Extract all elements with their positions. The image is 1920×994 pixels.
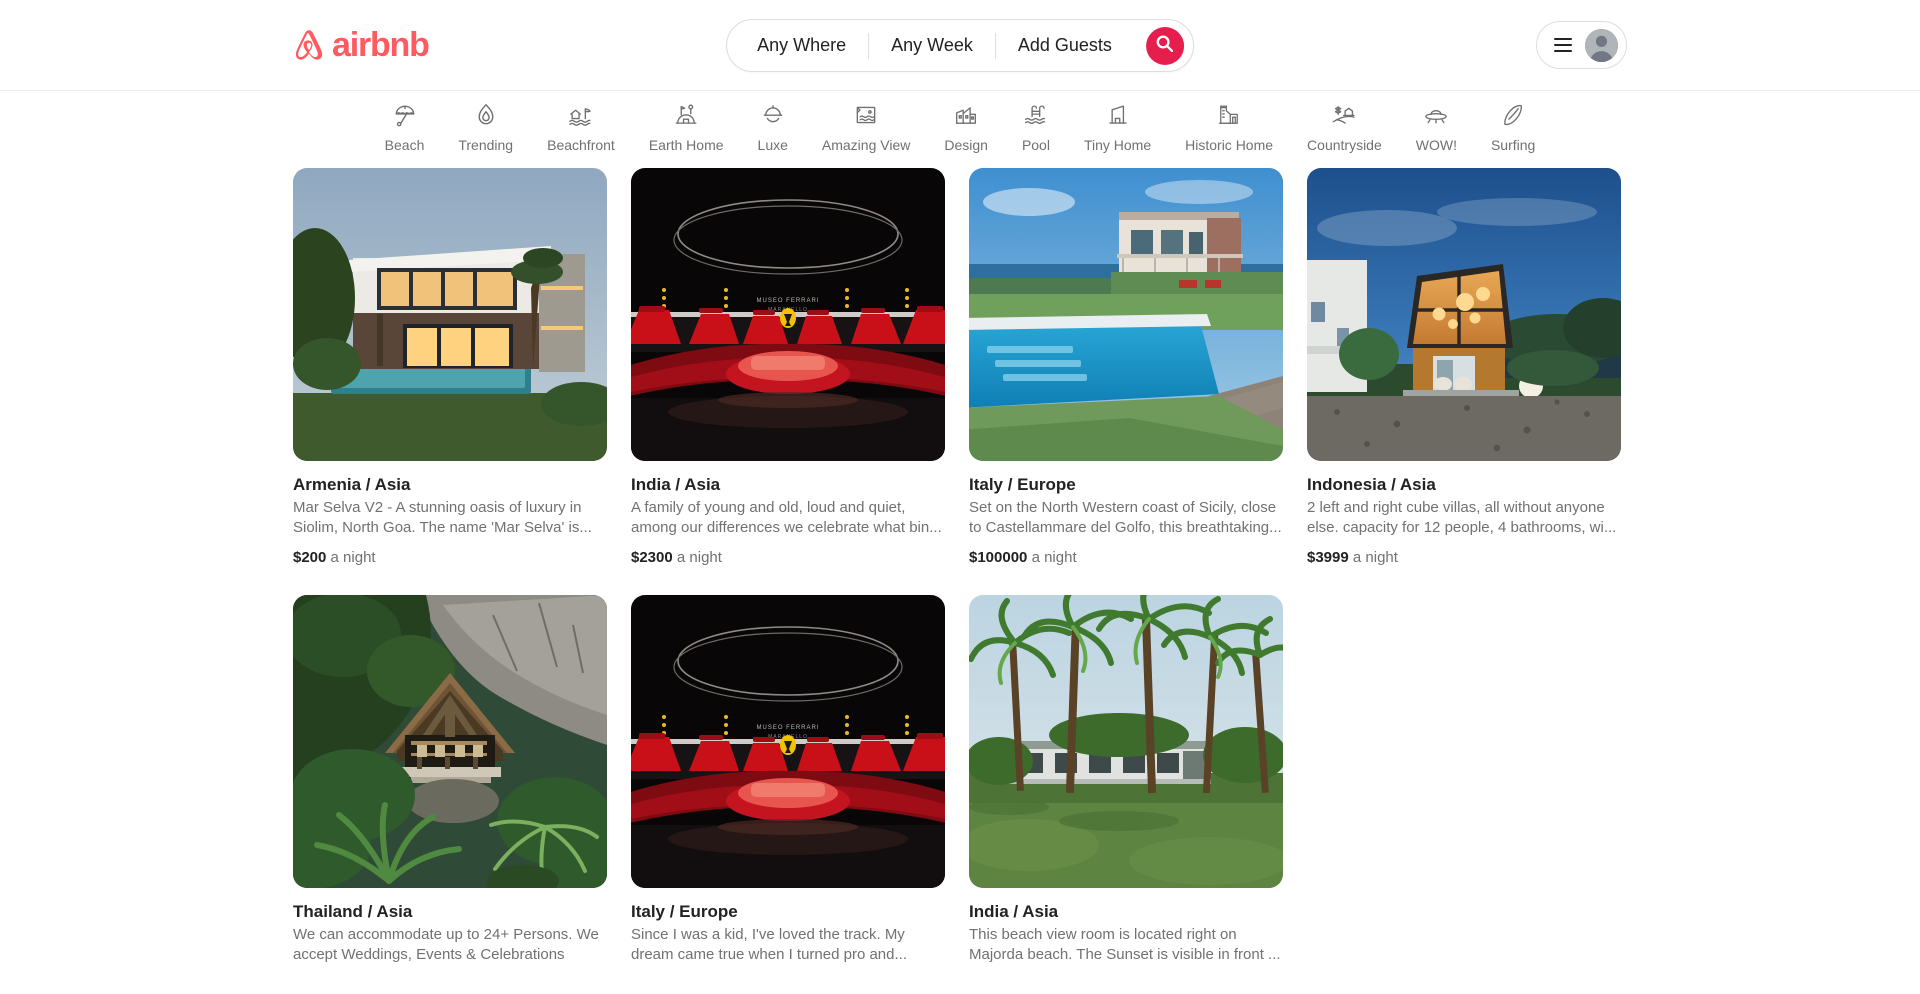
listing-image-modern-villa-dusk-pool[interactable]: [293, 168, 607, 461]
category-label: Earth Home: [648, 136, 724, 153]
listing-title: India / Asia: [969, 901, 1059, 921]
category-label: Amazing View: [821, 136, 911, 153]
listing-image-angular-cube-villa-night[interactable]: [1307, 168, 1621, 461]
earth-home-icon: [673, 102, 699, 128]
category-tiny-home[interactable]: Tiny Home: [1067, 98, 1168, 163]
listing-description: Set on the North Western coast of Sicily…: [969, 499, 1282, 537]
airbnb-bélo-icon: [293, 28, 325, 62]
listing-title: Indonesia / Asia: [1307, 475, 1436, 494]
category-historic-home[interactable]: Historic Home: [1168, 98, 1290, 163]
listing-title: India / Asia: [631, 475, 721, 494]
listing-price: $100000 a night: [969, 549, 1283, 566]
svg-text:MUSEO FERRARI: MUSEO FERRARI: [756, 725, 819, 731]
listing-price: $2300 a night: [631, 549, 945, 566]
category-label: Historic Home: [1185, 136, 1274, 153]
site-header: airbnb Any Where Any Week Add Guests: [0, 0, 1920, 91]
surfboard-icon: [1500, 102, 1526, 128]
tiny-home-icon: [1105, 102, 1131, 128]
airbnb-wordmark: airbnb: [332, 26, 430, 64]
category-beach[interactable]: Beach: [368, 98, 442, 163]
airbnb-logo[interactable]: airbnb: [293, 26, 430, 64]
ufo-icon: [1423, 102, 1449, 128]
listing-card[interactable]: Indonesia / Asia 2 left and right cube v…: [1307, 168, 1621, 566]
design-icon: [953, 102, 979, 128]
category-label: Beach: [384, 136, 425, 153]
category-luxe[interactable]: Luxe: [741, 98, 805, 163]
search-bar[interactable]: Any Where Any Week Add Guests: [726, 19, 1194, 72]
listing-card[interactable]: India / Asia This beach view room is loc…: [969, 594, 1283, 976]
listing-price-amount: $2300: [631, 548, 673, 566]
category-wow[interactable]: WOW!: [1399, 98, 1474, 163]
category-label: Design: [944, 136, 988, 153]
listing-price-suffix: a night: [1352, 548, 1398, 566]
category-label: WOW!: [1415, 136, 1457, 153]
category-beachfront[interactable]: Beachfront: [530, 98, 632, 163]
listing-title: Italy / Europe: [969, 475, 1076, 494]
category-nav: Beach Trending Beachfront Earth Home Lux…: [0, 91, 1920, 161]
listing-description: Since I was a kid, I've loved the track.…: [631, 926, 907, 963]
category-label: Countryside: [1307, 136, 1382, 153]
category-label: Trending: [458, 136, 514, 153]
listing-card[interactable]: MUSEO FERRARI MARANELLO: [631, 594, 945, 976]
listing-image-ferrari-museum-hall[interactable]: MUSEO FERRARI MARANELLO: [631, 594, 945, 888]
listing-price-amount: $200: [293, 548, 327, 566]
avatar[interactable]: [1585, 28, 1618, 62]
listing-image-ferrari-museum-hall[interactable]: MUSEO FERRARI MARANELLO: [631, 168, 945, 461]
svg-text:MUSEO FERRARI: MUSEO FERRARI: [756, 298, 819, 304]
category-label: Beachfront: [547, 136, 615, 153]
category-amazing-view[interactable]: Amazing View: [805, 98, 927, 163]
listing-description: Mar Selva V2 - A stunning oasis of luxur…: [293, 499, 592, 537]
historic-home-icon: [1216, 102, 1242, 128]
profile-menu-button[interactable]: [1536, 21, 1627, 69]
listing-description: We can accommodate up to 24+ Persons. We…: [293, 926, 599, 963]
listing-title: Thailand / Asia: [293, 901, 413, 921]
category-label: Pool: [1021, 136, 1050, 153]
category-label: Surfing: [1490, 136, 1536, 153]
listing-image-palm-beach-bungalow[interactable]: [969, 594, 1283, 888]
listing-price-suffix: a night: [330, 548, 376, 566]
listing-price: $200 a night: [293, 549, 607, 566]
beach-umbrella-icon: [392, 102, 418, 128]
category-design[interactable]: Design: [927, 98, 1005, 163]
listing-description: 2 left and right cube villas, all withou…: [1307, 499, 1617, 537]
search-week[interactable]: Any Week: [869, 20, 995, 71]
beachfront-icon: [568, 102, 594, 128]
listing-description: A family of young and old, loud and quie…: [631, 499, 942, 537]
listing-image-sicily-infinity-pool-villa[interactable]: [969, 168, 1283, 461]
listing-description: This beach view room is located right on…: [969, 926, 1281, 963]
category-surfing[interactable]: Surfing: [1474, 98, 1552, 163]
category-trending[interactable]: Trending: [441, 98, 530, 163]
listing-title: Armenia / Asia: [293, 475, 411, 494]
pool-icon: [1023, 102, 1049, 128]
flame-icon: [473, 102, 499, 128]
category-countryside[interactable]: Countryside: [1290, 98, 1399, 163]
search-where[interactable]: Any Where: [727, 20, 868, 71]
listing-card[interactable]: MUSEO FERRARI MARANELLO: [631, 168, 945, 566]
luxe-dome-icon: [760, 102, 786, 128]
search-button[interactable]: [1145, 26, 1184, 65]
listing-price-suffix: a night: [1031, 548, 1077, 566]
search-icon: [1156, 35, 1174, 57]
category-label: Tiny Home: [1083, 136, 1152, 153]
search-guests[interactable]: Add Guests: [996, 20, 1134, 71]
countryside-icon: [1331, 102, 1357, 128]
listing-title: Italy / Europe: [631, 901, 738, 921]
listing-price-amount: $100000: [969, 548, 1028, 566]
amazing-view-icon: [853, 102, 879, 128]
listings-grid: Armenia / Asia Mar Selva V2 - A stunning…: [293, 168, 1627, 976]
listing-card[interactable]: Italy / Europe Set on the North Western …: [969, 168, 1283, 566]
hamburger-menu-icon[interactable]: [1554, 38, 1572, 52]
listing-card[interactable]: Armenia / Asia Mar Selva V2 - A stunning…: [293, 168, 607, 566]
listing-price-suffix: a night: [676, 548, 722, 566]
listings-section: Armenia / Asia Mar Selva V2 - A stunning…: [0, 161, 1920, 976]
listing-image-jungle-cliff-thatched-villa[interactable]: [293, 594, 607, 888]
category-label: Luxe: [757, 136, 788, 153]
listing-price: $3999 a night: [1307, 549, 1621, 566]
category-earth-home[interactable]: Earth Home: [632, 98, 741, 163]
category-pool[interactable]: Pool: [1005, 98, 1067, 163]
listing-card[interactable]: Thailand / Asia We can accommodate up to…: [293, 594, 607, 976]
listing-price-amount: $3999: [1307, 548, 1349, 566]
